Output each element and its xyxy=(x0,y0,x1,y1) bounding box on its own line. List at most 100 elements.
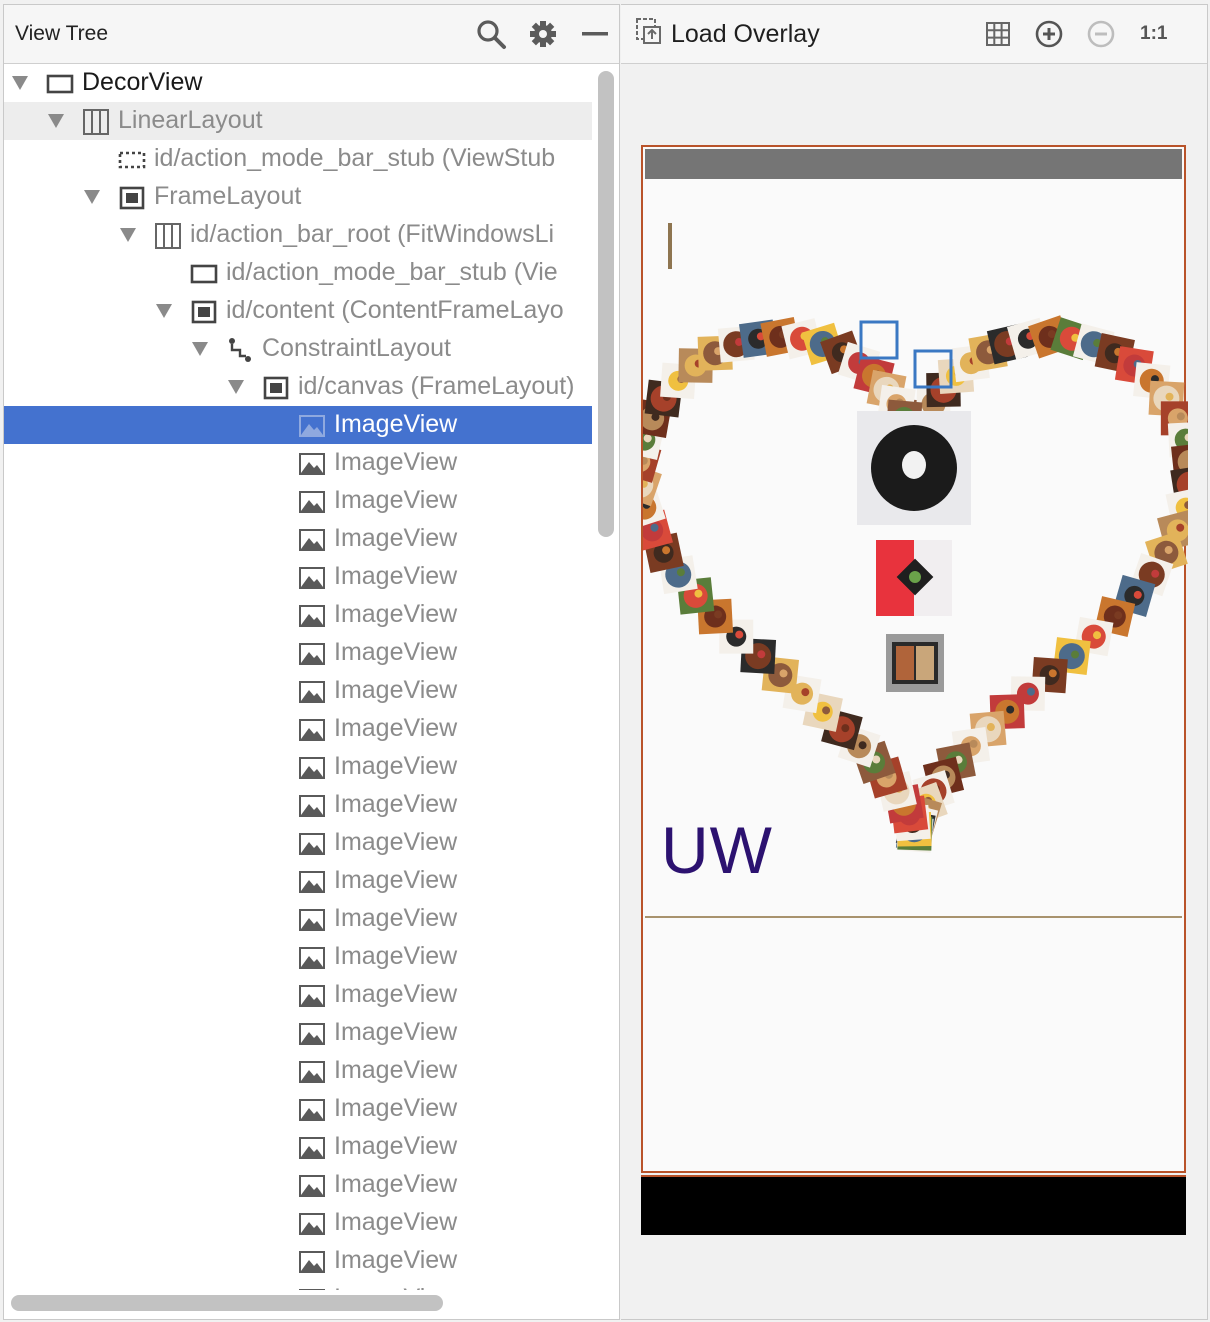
image-icon xyxy=(298,1286,326,1290)
image-icon xyxy=(298,602,326,630)
expand-arrow-icon[interactable] xyxy=(192,342,208,356)
image-icon xyxy=(298,944,326,972)
tree-row-label: ImageView xyxy=(334,562,458,590)
tree-row-imageview[interactable]: ImageView xyxy=(4,710,592,748)
tree-row-id-action-mode-bar-stub[interactable]: id/action_mode_bar_stub (ViewStub xyxy=(4,140,592,178)
tree-row-imageview[interactable]: ImageView xyxy=(4,900,592,938)
device-screen[interactable]: UW xyxy=(641,145,1188,1173)
image-icon xyxy=(298,450,326,478)
image-icon xyxy=(298,412,326,440)
image-icon xyxy=(298,1020,326,1048)
zoom-in-icon[interactable] xyxy=(1034,19,1064,49)
tree-row-label: ImageView xyxy=(334,1056,458,1084)
tree-row-label: FrameLayout xyxy=(154,182,302,210)
tree-row-id-canvas[interactable]: id/canvas (FrameLayout) xyxy=(4,368,592,406)
tree-row-label: id/action_bar_root (FitWindowsLi xyxy=(190,220,555,248)
tree-row-imageview[interactable]: ImageView xyxy=(4,406,592,444)
image-icon xyxy=(298,1134,326,1162)
tree-row-imageview[interactable]: ImageView xyxy=(4,596,592,634)
tree-row-label: id/canvas (FrameLayout) xyxy=(298,372,575,400)
tree-row-imageview[interactable]: ImageView xyxy=(4,672,592,710)
navigation-bar xyxy=(641,1175,1186,1235)
image-icon xyxy=(298,488,326,516)
heart-collage xyxy=(643,315,1188,853)
load-overlay-label: Load Overlay xyxy=(671,19,820,48)
image-icon xyxy=(298,982,326,1010)
tree-row-imageview[interactable]: ImageView xyxy=(4,558,592,596)
vertical-scrollbar[interactable] xyxy=(598,71,614,537)
search-icon[interactable] xyxy=(474,17,508,51)
framelayout-icon xyxy=(118,184,146,212)
preview-header: Load Overlay 1:1 xyxy=(621,5,1207,64)
tree-row-label: ImageView xyxy=(334,828,458,856)
expand-arrow-icon[interactable] xyxy=(156,304,172,318)
gear-icon[interactable] xyxy=(526,17,560,51)
tree-row-label: ImageView xyxy=(334,638,458,666)
tree-row-label: ImageView xyxy=(334,904,458,932)
tree-row-label: ImageView xyxy=(334,1132,458,1160)
expand-arrow-icon[interactable] xyxy=(228,380,244,394)
tree-row-label: ImageView xyxy=(334,1170,458,1198)
image-icon xyxy=(298,1058,326,1086)
expand-arrow-icon[interactable] xyxy=(84,190,100,204)
load-overlay-icon xyxy=(635,17,663,52)
tree-row-imageview[interactable]: ImageView xyxy=(4,1280,592,1290)
tree-row-imageview[interactable]: ImageView xyxy=(4,748,592,786)
image-icon xyxy=(298,640,326,668)
tree-row-imageview[interactable]: ImageView xyxy=(4,1014,592,1052)
expand-arrow-icon[interactable] xyxy=(12,76,28,90)
tree-row-imageview[interactable]: ImageView xyxy=(4,976,592,1014)
tree-row-imageview[interactable]: ImageView xyxy=(4,444,592,482)
device-preview[interactable]: UW xyxy=(641,145,1188,1235)
load-overlay-button[interactable]: Load Overlay xyxy=(635,17,820,51)
expand-arrow-icon[interactable] xyxy=(120,228,136,242)
dish-box-image xyxy=(886,634,944,692)
linear-layout-icon xyxy=(154,222,182,250)
screen-divider xyxy=(645,916,1182,918)
image-icon xyxy=(298,716,326,744)
tree-row-decorview[interactable]: DecorView xyxy=(4,64,592,102)
tree-row-linearlayout[interactable]: LinearLayout xyxy=(4,102,592,140)
tree-row-imageview[interactable]: ImageView xyxy=(4,520,592,558)
tree-row-label: ImageView xyxy=(334,676,458,704)
image-icon xyxy=(298,1096,326,1124)
image-icon xyxy=(298,564,326,592)
tree-row-imageview[interactable]: ImageView xyxy=(4,862,592,900)
tree-row-imageview[interactable]: ImageView xyxy=(4,634,592,672)
grid-icon[interactable] xyxy=(983,19,1013,49)
tree-row-id-content[interactable]: id/content (ContentFrameLayo xyxy=(4,292,592,330)
framelayout-icon xyxy=(262,374,290,402)
expand-arrow-icon[interactable] xyxy=(48,114,64,128)
image-icon xyxy=(298,906,326,934)
tree-row-framelayout[interactable]: FrameLayout xyxy=(4,178,592,216)
tree-row-id-action-mode-bar-stub[interactable]: id/action_mode_bar_stub (Vie xyxy=(4,254,592,292)
tree-row-imageview[interactable]: ImageView xyxy=(4,1242,592,1280)
image-icon xyxy=(298,1210,326,1238)
tree-row-imageview[interactable]: ImageView xyxy=(4,1128,592,1166)
tree-row-imageview[interactable]: ImageView xyxy=(4,1090,592,1128)
tree-row-imageview[interactable]: ImageView xyxy=(4,938,592,976)
tree-row-label: ConstraintLayout xyxy=(262,334,452,362)
tree-row-label: id/content (ContentFrameLayo xyxy=(226,296,564,324)
tree-row-constraintlayout[interactable]: ConstraintLayout xyxy=(4,330,592,368)
tree-row-imageview[interactable]: ImageView xyxy=(4,824,592,862)
tree-row-imageview[interactable]: ImageView xyxy=(4,482,592,520)
tree-row-label: ImageView xyxy=(334,1208,458,1236)
tree-row-imageview[interactable]: ImageView xyxy=(4,786,592,824)
image-icon xyxy=(298,1248,326,1276)
plate-image xyxy=(857,411,971,525)
tree-row-imageview[interactable]: ImageView xyxy=(4,1204,592,1242)
view-tree-panel: View Tree DecorView LinearLayout id/action… xyxy=(3,4,620,1320)
zoom-out-icon[interactable] xyxy=(1086,19,1116,49)
horizontal-scrollbar[interactable] xyxy=(11,1295,443,1311)
tree-row-label: id/action_mode_bar_stub (ViewStub xyxy=(154,144,556,172)
minimize-icon[interactable] xyxy=(578,17,612,51)
constraint-layout-icon xyxy=(226,336,254,364)
actual-size-button[interactable]: 1:1 xyxy=(1140,23,1167,45)
tree-row-id-action-bar-root[interactable]: id/action_bar_root (FitWindowsLi xyxy=(4,216,592,254)
tree-row-imageview[interactable]: ImageView xyxy=(4,1052,592,1090)
tree-row-label: ImageView xyxy=(334,714,458,742)
image-icon xyxy=(298,754,326,782)
tree-row-imageview[interactable]: ImageView xyxy=(4,1166,592,1204)
view-tree-list: DecorView LinearLayout id/action_mode_bar_… xyxy=(4,64,592,1290)
